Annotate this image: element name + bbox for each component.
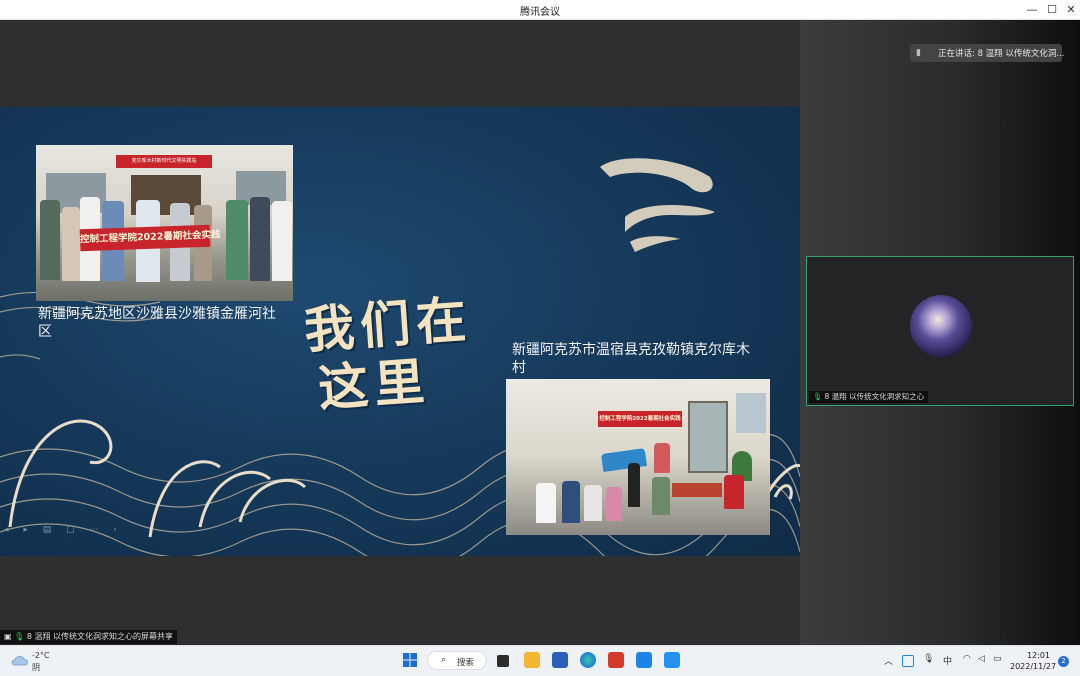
person <box>654 443 670 473</box>
photo2-banner: 控制工程学院2022暑期社会实践 <box>598 411 682 427</box>
file-explorer-icon[interactable] <box>524 652 540 668</box>
screen-share-label: ▣ 🎙 8 温翔 以传统文化洞求知之心的屏幕共享 <box>0 630 177 644</box>
chevron-up-icon[interactable]: ︿ <box>884 654 893 667</box>
share-screen-icon: ▣ <box>4 632 12 641</box>
photo2-window <box>736 393 766 433</box>
person <box>40 200 60 280</box>
mic-icon: 🎙 <box>14 632 25 641</box>
share-bar-text: 8 温翔 以传统文化洞求知之心的屏幕共享 <box>26 632 173 641</box>
photo2-table <box>672 483 722 497</box>
slide-controls[interactable]: ◂ ▸ ▤ ▢ ⋯ ‹ <box>4 525 123 539</box>
photo-community-group: 克尔库木村新时代文明实践站 控制工程学院2022暑期社会实践 <box>36 145 293 301</box>
participant-name: 8 温翔 以传统文化洞求知之心 <box>824 392 925 401</box>
search-label: 搜索 <box>457 658 475 668</box>
photo2-door <box>688 401 728 473</box>
task-view-icon[interactable] <box>497 655 509 667</box>
caption-photo1: 新疆阿克苏地区沙雅县沙雅镇金雁河社区 <box>38 306 276 340</box>
person <box>600 448 648 472</box>
close-button[interactable]: ✕ <box>1060 0 1080 19</box>
wps-icon[interactable] <box>608 652 624 668</box>
microphone-icon[interactable]: 🎙 <box>923 654 934 664</box>
participant-name-bar: 🎙 8 温翔 以传统文化洞求知之心 <box>809 391 929 403</box>
ime-indicator[interactable]: 中 <box>943 654 952 667</box>
participant-avatar <box>910 295 972 357</box>
speaker-indicator-text: 正在讲话: 8 温翔 以传统文化洞... <box>938 49 1065 59</box>
taskbar-search[interactable]: ⌕ 搜索 <box>427 651 487 670</box>
minimize-button[interactable]: — <box>1021 0 1043 19</box>
person <box>584 485 602 521</box>
volume-icon[interactable]: ◁ <box>978 654 985 664</box>
speaker-avatar-icon: ▮ <box>916 48 921 58</box>
person <box>652 477 670 515</box>
start-button[interactable] <box>402 652 418 668</box>
battery-icon[interactable]: ▭ <box>993 654 1002 664</box>
mic-icon: 🎙 <box>813 392 823 401</box>
word-icon[interactable] <box>552 652 568 668</box>
speaker-indicator: ▮ 正在讲话: 8 温翔 以传统文化洞... <box>910 44 1065 62</box>
weather-desc: 阴 <box>32 663 40 672</box>
caption-photo2: 新疆阿克苏市温宿县克孜勒镇克尔库木村 <box>512 342 750 376</box>
search-icon: ⌕ <box>441 655 447 665</box>
person <box>606 487 622 521</box>
weather-temp: -2°C <box>32 651 50 660</box>
person <box>628 463 640 507</box>
system-clock[interactable]: 12:01 2022/11/27 <box>1010 650 1057 672</box>
photo1-sign: 克尔库木村新时代文明实践站 <box>116 155 212 168</box>
taskbar: -2°C 阴 ⌕ 搜索 ︿ 🎙 中 ◠ ◁ ▭ 12:01 2022/11/27… <box>0 645 1080 676</box>
person <box>724 475 744 509</box>
presentation-slide: 克尔库木村新时代文明实践站 控制工程学院2022暑期社会实践 新疆阿克苏地区沙雅… <box>0 107 800 556</box>
participant-video-tile[interactable]: 🎙 8 温翔 以传统文化洞求知之心 <box>806 256 1074 406</box>
cloud-icon <box>11 656 28 666</box>
person <box>226 200 248 280</box>
clock-date: 2022/11/27 <box>1010 662 1057 671</box>
tray-app-icon[interactable] <box>902 655 914 667</box>
person <box>562 481 580 523</box>
tencent-meeting-icon[interactable] <box>636 652 652 668</box>
slide-title-line2: 这里 <box>316 352 433 418</box>
clock-time: 12:01 <box>1026 651 1050 660</box>
app-icon[interactable] <box>664 652 680 668</box>
person <box>272 201 292 281</box>
person <box>62 207 80 281</box>
person <box>250 197 270 281</box>
title-bar: 腾讯会议 — ☐ ✕ <box>0 0 1080 20</box>
window-title: 腾讯会议 <box>520 7 560 18</box>
notification-badge[interactable]: 2 <box>1058 656 1069 667</box>
photo-village-children: 控制工程学院2022暑期社会实践 <box>506 379 770 535</box>
edge-browser-icon[interactable] <box>580 652 596 668</box>
photo1-banner: 控制工程学院2022暑期社会实践 <box>79 224 221 252</box>
wifi-icon[interactable]: ◠ <box>963 654 971 664</box>
person <box>536 483 556 523</box>
windows-icon <box>403 653 417 667</box>
